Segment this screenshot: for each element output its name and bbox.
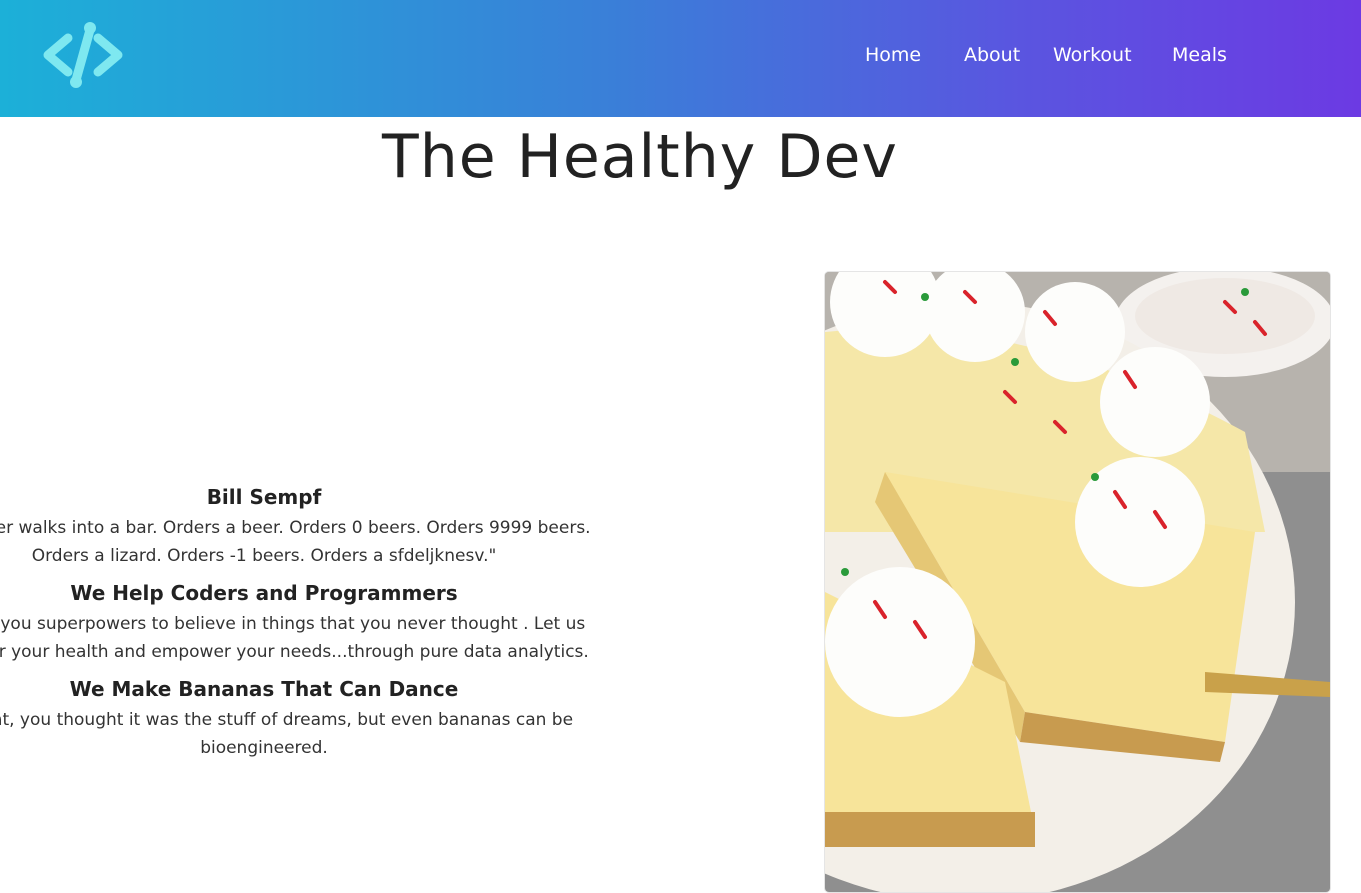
- nav-meals-link[interactable]: Meals: [1172, 44, 1227, 66]
- cheesecake-illustration: [825, 272, 1330, 892]
- nav-home-link[interactable]: Home: [865, 44, 921, 66]
- section-heading-bananas: We Make Bananas That Can Dance: [69, 677, 459, 701]
- section-text-bill-sempf: Engineer walks into a bar. Orders a beer…: [0, 518, 591, 566]
- content-section: Bill Sempf Engineer walks into a bar. Or…: [0, 480, 604, 768]
- cheesecake-image: [824, 271, 1331, 893]
- nav-workout-link[interactable]: Workout: [1053, 44, 1132, 66]
- section-heading-bill-sempf: Bill Sempf: [206, 485, 322, 509]
- section-text-bananas: s right, you thought it was the stuff of…: [0, 710, 574, 758]
- page-title: The Healthy Dev: [382, 122, 898, 192]
- code-dumbbell-logo-icon[interactable]: [38, 20, 128, 90]
- navbar: Home About Workout Meals: [0, 0, 1361, 117]
- nav-about-link[interactable]: About: [964, 44, 1020, 66]
- section-heading-coders: We Help Coders and Programmers: [70, 581, 458, 605]
- section-text-coders: n give you superpowers to believe in thi…: [0, 614, 589, 662]
